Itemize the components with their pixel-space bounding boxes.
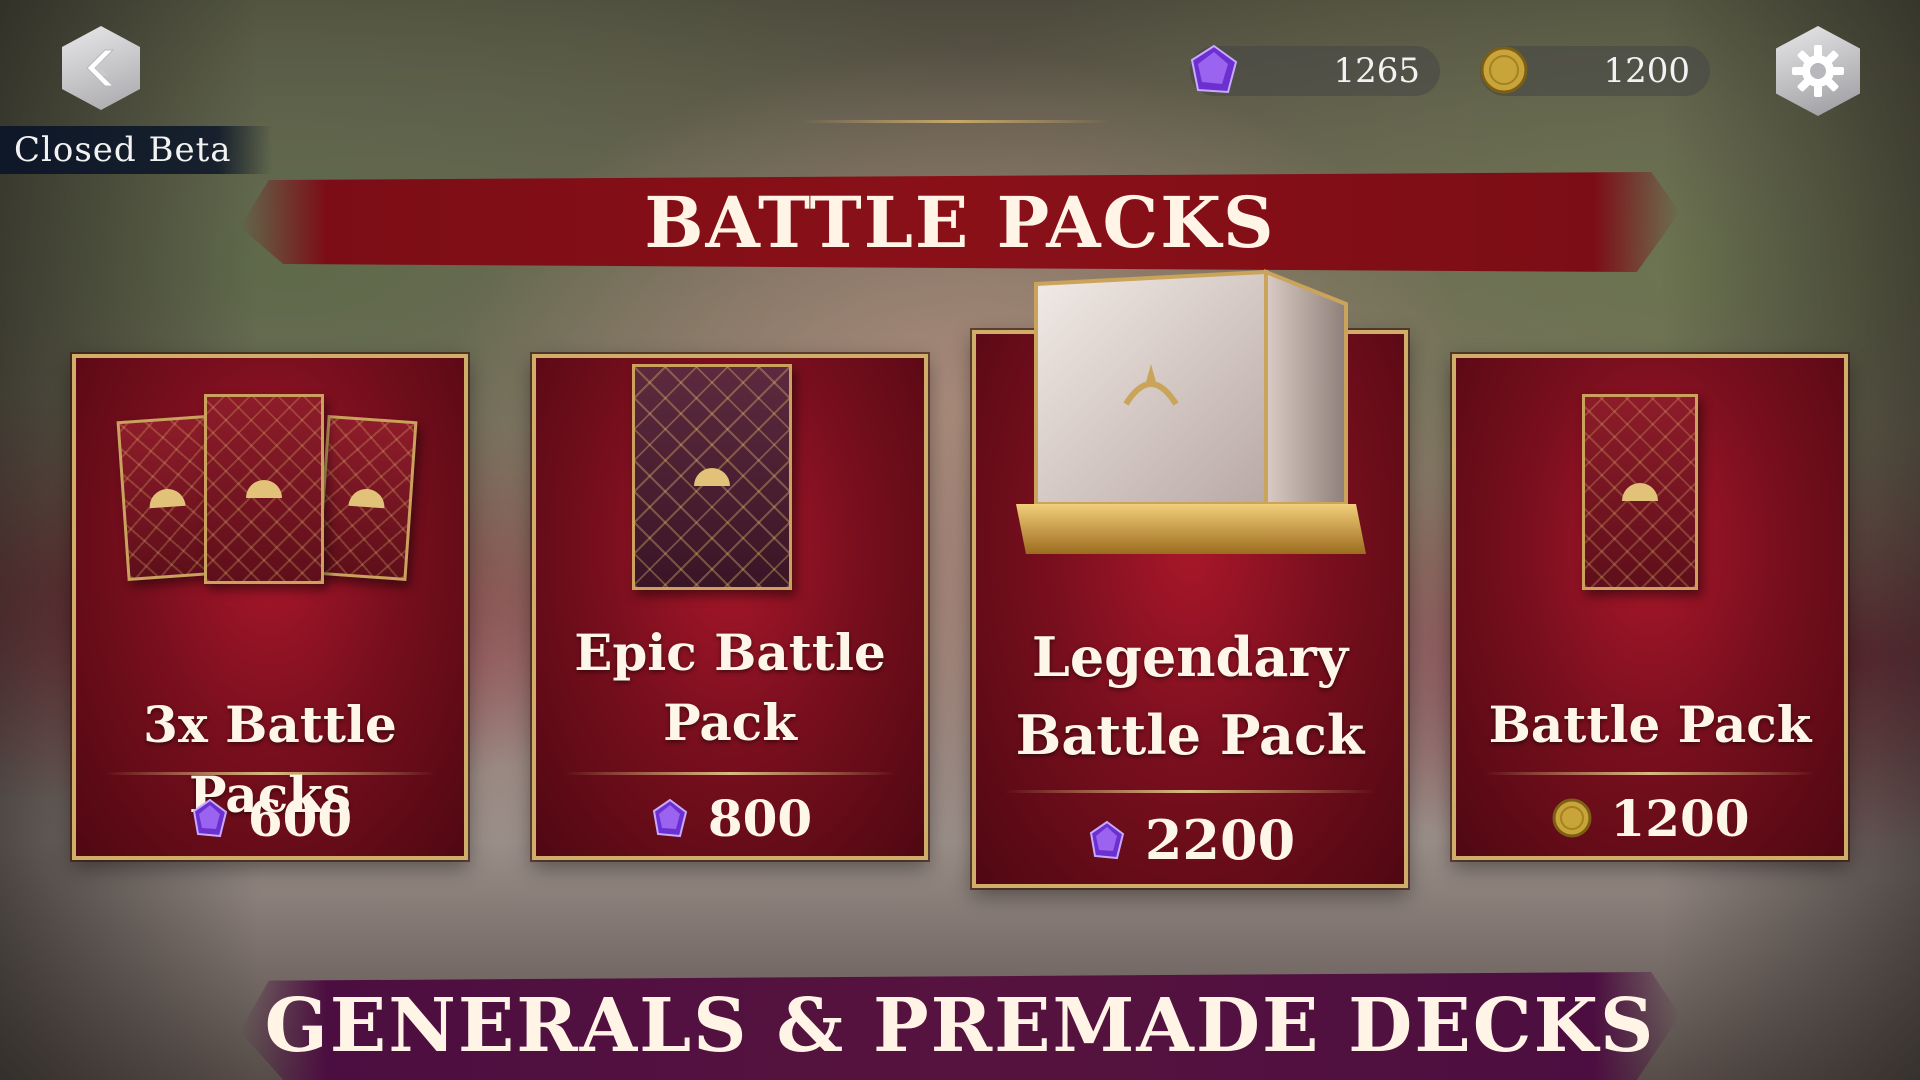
card-title-line1: Epic Battle: [574, 623, 886, 682]
pack-art-epic: [632, 364, 792, 590]
gem-icon: [1089, 820, 1124, 860]
price-value: 1200: [1610, 788, 1750, 848]
card-divider: [1484, 772, 1816, 775]
price-value: 2200: [1144, 808, 1296, 872]
pack-art-right: [316, 415, 418, 581]
gem-balance: 1265: [1190, 44, 1440, 96]
pack-art-left: [116, 415, 218, 581]
pack-card-epic-battle-pack[interactable]: Epic Battle Pack 800: [532, 354, 928, 860]
gold-amount: 1200: [1603, 51, 1690, 91]
battle-packs-banner: BATTLE PACKS: [240, 172, 1680, 272]
price-value: 600: [247, 788, 353, 848]
pack-art-center: [204, 394, 324, 584]
card-title-line2: Pack: [663, 693, 797, 752]
top-divider: [800, 120, 1110, 123]
price-value: 800: [707, 788, 813, 848]
generals-premade-decks-title: GENERALS & PREMADE DECKS: [264, 983, 1656, 1069]
closed-beta-tag: Closed Beta: [0, 126, 272, 174]
price-row: 2200: [976, 808, 1404, 872]
pack-art-single: [1582, 394, 1698, 590]
gear-icon: [1792, 45, 1844, 97]
gem-amount: 1265: [1333, 51, 1420, 91]
gem-icon: [192, 798, 227, 838]
price-row: 1200: [1456, 788, 1844, 848]
gold-balance: 1200: [1480, 46, 1710, 96]
card-divider: [104, 772, 436, 775]
pack-card-legendary-battle-pack[interactable]: Legendary Battle Pack 2200: [972, 269, 1408, 888]
card-divider: [1004, 790, 1376, 793]
generals-premade-decks-banner[interactable]: GENERALS & PREMADE DECKS: [240, 972, 1680, 1080]
gem-icon: [652, 798, 687, 838]
card-divider: [564, 772, 896, 775]
pack-card-3x-battle-packs[interactable]: 3x Battle Packs 600: [72, 354, 468, 860]
back-arrow-icon: [86, 49, 115, 87]
coin-icon: [1480, 46, 1528, 94]
card-title-line2: Battle Pack: [1015, 703, 1365, 767]
coin-icon: [1552, 798, 1592, 838]
card-title-line1: Legendary: [1031, 625, 1349, 689]
card-title: Battle Pack: [1488, 695, 1812, 754]
price-row: 800: [536, 788, 924, 848]
gem-icon: [1190, 44, 1238, 94]
price-row: 600: [76, 788, 464, 848]
legendary-chest-art: [1016, 269, 1366, 554]
pack-card-battle-pack[interactable]: Battle Pack 1200: [1452, 354, 1848, 860]
battle-packs-title: BATTLE PACKS: [644, 180, 1276, 264]
